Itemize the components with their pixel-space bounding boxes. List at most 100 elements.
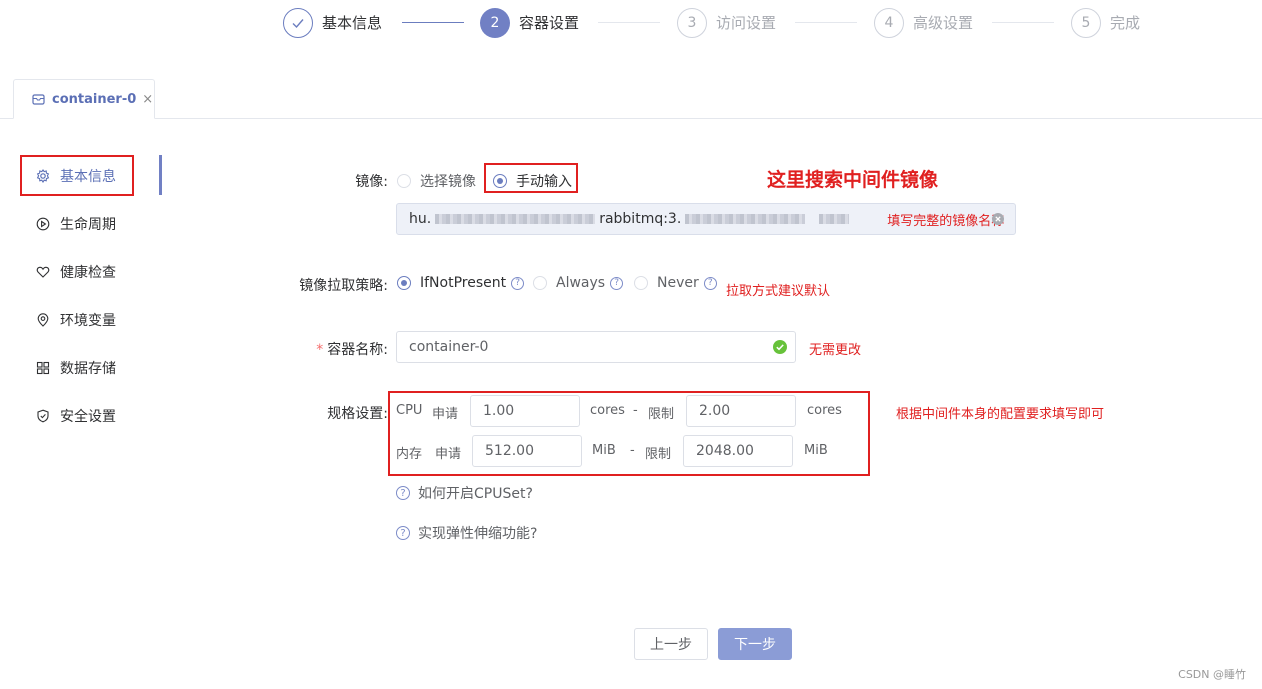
radio-always[interactable]: Always ?	[533, 275, 624, 291]
sidebar-item-label: 安全设置	[60, 409, 116, 425]
cpu-label: CPU	[396, 403, 423, 418]
annotation-box	[388, 391, 870, 476]
clear-icon[interactable]	[992, 213, 1004, 225]
prev-step-button[interactable]: 上一步	[634, 628, 708, 660]
help-icon[interactable]: ?	[511, 276, 525, 290]
image-value: rabbitmq:3.	[599, 211, 682, 227]
step-1-label: 基本信息	[322, 14, 383, 32]
heart-icon	[36, 266, 50, 278]
redacted-text	[819, 214, 850, 224]
step-1-check-icon	[283, 8, 313, 38]
radio-dot	[634, 276, 648, 290]
pull-policy-label: 镜像拉取策略:	[299, 278, 388, 294]
container-name-label-text: 容器名称:	[327, 342, 388, 358]
memory-limit-unit: MiB	[804, 443, 828, 458]
sidebar-item-env-vars[interactable]: 环境变量	[36, 310, 116, 330]
annotation-pull-default: 拉取方式建议默认	[726, 284, 831, 299]
sidebar-item-label: 生命周期	[60, 217, 116, 233]
radio-label: Never	[657, 275, 699, 291]
memory-request-input[interactable]: 512.00	[472, 435, 582, 467]
shield-icon	[37, 409, 49, 423]
radio-ifnotpresent[interactable]: IfNotPresent ?	[397, 275, 525, 291]
tab-divider	[155, 118, 1262, 119]
cpu-limit-value: 2.00	[699, 403, 731, 419]
image-hint: 填写完整的镜像名称	[887, 213, 1005, 229]
cpu-limit-label: 限制	[648, 407, 675, 422]
watermark: CSDN @睡竹	[1178, 668, 1246, 681]
annotation-box	[484, 163, 578, 193]
sidebar-item-health-check[interactable]: 健康检查	[36, 262, 116, 282]
cpu-limit-unit: cores	[807, 403, 842, 418]
sidebar-item-lifecycle[interactable]: 生命周期	[36, 214, 116, 234]
step-5-label: 完成	[1110, 14, 1141, 32]
tab-label: container-0	[52, 91, 137, 107]
cpu-limit-input[interactable]: 2.00	[686, 395, 796, 427]
spec-label: 规格设置:	[327, 406, 388, 422]
sidebar-item-security[interactable]: 安全设置	[36, 406, 116, 426]
step-5-number: 5	[1071, 8, 1101, 38]
help-cpuset-link[interactable]: ? 如何开启CPUSet?	[396, 483, 533, 503]
radio-dot	[533, 276, 547, 290]
help-icon[interactable]: ?	[703, 276, 717, 290]
radio-never[interactable]: Never ?	[634, 275, 717, 291]
memory-limit-input[interactable]: 2048.00	[683, 435, 793, 467]
radio-dot	[397, 276, 411, 290]
redacted-text	[435, 214, 596, 224]
step-connector	[992, 22, 1054, 23]
container-name-input[interactable]: container-0	[396, 331, 796, 363]
check-circle-icon	[773, 340, 787, 354]
help-icon[interactable]: ?	[610, 276, 624, 290]
memory-limit-value: 2048.00	[696, 443, 754, 459]
step-4-label: 高级设置	[913, 14, 974, 32]
cpu-request-label: 申请	[432, 407, 459, 422]
sidebar-item-label: 健康检查	[60, 265, 116, 281]
tab-container-0[interactable]: container-0 ×	[13, 79, 155, 119]
required-mark: *	[316, 342, 324, 358]
step-2-number: 2	[480, 8, 510, 38]
location-pin-icon	[37, 313, 49, 327]
container-name-label: * 容器名称:	[280, 339, 388, 359]
grid-icon	[36, 361, 50, 375]
step-3-number: 3	[677, 8, 707, 38]
range-dash: -	[630, 443, 635, 458]
radio-dot	[397, 174, 411, 188]
annotation-box	[20, 155, 134, 196]
help-autoscale-text: 实现弹性伸缩功能?	[418, 526, 538, 542]
help-autoscale-link[interactable]: ? 实现弹性伸缩功能?	[396, 523, 537, 543]
help-icon: ?	[396, 526, 410, 540]
help-cpuset-text: 如何开启CPUSet?	[418, 486, 533, 502]
tab-close-icon[interactable]: ×	[142, 92, 153, 107]
radio-select-image[interactable]: 选择镜像	[397, 171, 476, 191]
cpu-request-input[interactable]: 1.00	[470, 395, 580, 427]
radio-label: IfNotPresent	[420, 275, 507, 291]
next-step-button[interactable]: 下一步	[718, 628, 792, 660]
memory-limit-label: 限制	[645, 447, 672, 462]
memory-request-unit: MiB	[592, 443, 616, 458]
annotation-search-image: 这里搜索中间件镜像	[767, 169, 939, 191]
cpu-request-unit: cores	[590, 403, 625, 418]
step-4-number: 4	[874, 8, 904, 38]
image-label: 镜像:	[355, 174, 388, 190]
annotation-spec-note: 根据中间件本身的配置要求填写即可	[896, 407, 1105, 422]
redacted-text	[685, 214, 806, 224]
image-input[interactable]: hu. rabbitmq:3. 填写完整的镜像名称	[396, 203, 1016, 235]
container-icon	[32, 94, 45, 105]
image-value-prefix: hu.	[409, 211, 432, 227]
step-connector	[598, 22, 660, 23]
radio-label: Always	[556, 275, 606, 291]
step-3-label: 访问设置	[716, 14, 777, 32]
sidebar-item-label: 数据存储	[60, 361, 116, 377]
sidebar-item-label: 环境变量	[60, 313, 116, 329]
step-connector	[402, 22, 464, 23]
cpu-request-value: 1.00	[483, 403, 515, 419]
memory-request-value: 512.00	[485, 443, 534, 459]
sidebar-item-data-storage[interactable]: 数据存储	[36, 358, 116, 378]
step-connector	[795, 22, 857, 23]
radio-label: 选择镜像	[420, 174, 476, 190]
play-circle-icon	[36, 217, 50, 231]
memory-request-label: 申请	[435, 447, 462, 462]
memory-label: 内存	[396, 447, 423, 462]
tab-divider	[0, 118, 13, 119]
container-name-value: container-0	[409, 339, 489, 355]
help-icon: ?	[396, 486, 410, 500]
